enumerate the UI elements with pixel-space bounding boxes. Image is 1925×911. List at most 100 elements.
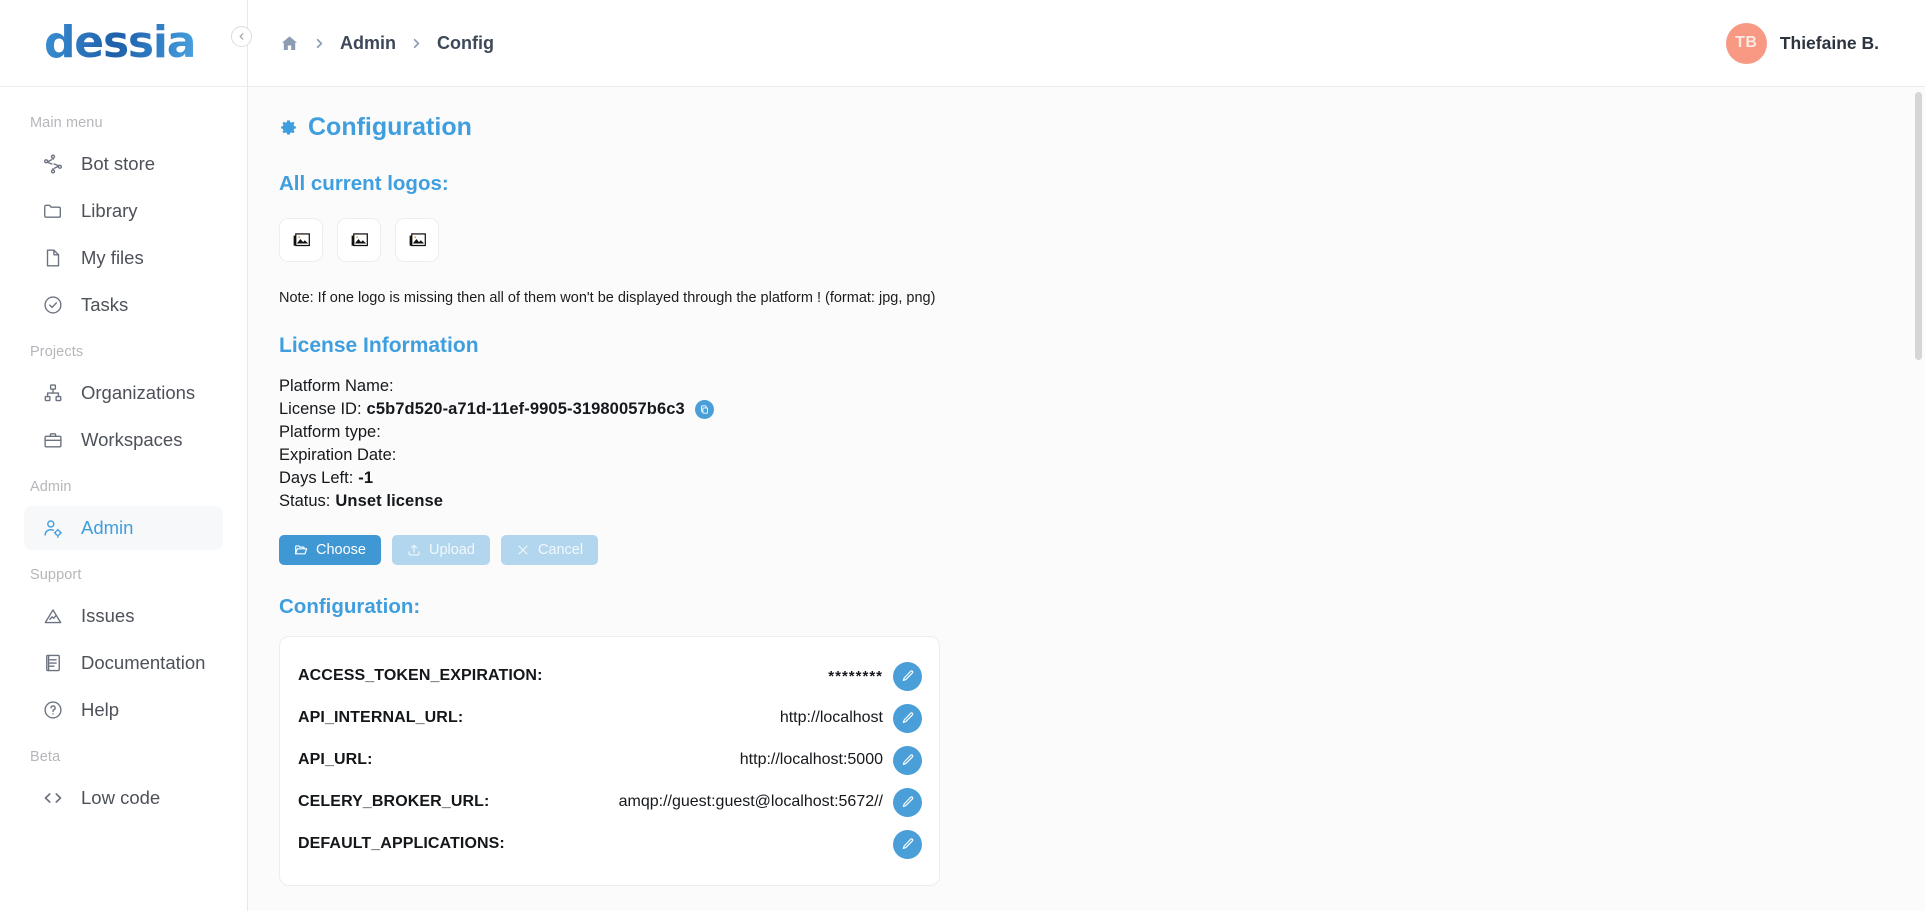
breadcrumb-item-config[interactable]: Config <box>437 33 494 54</box>
upload-button: Upload <box>391 535 490 565</box>
code-brackets-icon <box>42 787 64 809</box>
pencil-icon <box>902 754 913 766</box>
logo-slot-3[interactable] <box>395 218 439 262</box>
logo-list <box>279 218 1925 262</box>
brand-logo[interactable]: dessia <box>0 0 247 87</box>
vertical-scrollbar-thumb[interactable] <box>1915 92 1922 360</box>
config-row: API_INTERNAL_URL: http://localhost <box>298 697 922 739</box>
sidebar-item-label: Low code <box>81 787 161 808</box>
config-value: http://localhost <box>779 709 883 726</box>
main-area: Admin Config TB Thiefaine B. Configurati… <box>248 0 1925 911</box>
breadcrumb: Admin Config <box>280 33 494 54</box>
edit-config-button[interactable] <box>893 787 922 817</box>
choose-button[interactable]: Choose <box>279 535 381 565</box>
sidebar-item-workspaces[interactable]: Workspaces <box>24 418 223 462</box>
sidebar: dessia Main menu Bot store Library My files… <box>0 0 248 911</box>
sidebar-item-my-files[interactable]: My files <box>24 236 223 280</box>
license-field-label: Platform type: <box>279 423 381 441</box>
chevron-left-icon <box>239 33 244 40</box>
config-value: ******** <box>828 667 883 685</box>
sidebar-item-help[interactable]: Help <box>24 688 223 732</box>
sidebar-item-label: Tasks <box>81 294 129 315</box>
breadcrumb-item-admin[interactable]: Admin <box>340 33 396 54</box>
pencil-icon <box>902 838 913 850</box>
sitemap-icon <box>42 382 64 404</box>
page-title-text: Configuration <box>308 113 472 141</box>
config-row: API_URL: http://localhost:5000 <box>298 739 922 781</box>
sidebar-item-tasks[interactable]: Tasks <box>24 283 223 327</box>
pencil-icon <box>902 796 913 808</box>
sidebar-item-label: Library <box>81 200 138 221</box>
edit-config-button[interactable] <box>893 661 922 691</box>
license-fields: Platform Name: License ID: c5b7d520-a71d-1… <box>279 375 1925 513</box>
copy-license-id-button[interactable] <box>694 400 714 419</box>
sidebar-item-admin[interactable]: Admin <box>24 506 223 550</box>
sidebar-nav: Main menu Bot store Library My files Tasks Pr… <box>0 87 247 820</box>
sidebar-item-low-code[interactable]: Low code <box>24 776 223 820</box>
config-key: CELERY_BROKER_URL: <box>298 793 490 810</box>
sidebar-item-label: Admin <box>81 517 134 538</box>
license-field-label: Platform Name: <box>279 377 394 395</box>
user-name: Thiefaine B. <box>1779 32 1879 53</box>
config-section-title: Configuration: <box>279 595 421 618</box>
license-field-label: Expiration Date: <box>279 446 397 464</box>
folder-open-icon <box>295 545 308 555</box>
check-circle-icon <box>42 294 64 316</box>
sidebar-item-bot-store[interactable]: Bot store <box>24 142 223 186</box>
logo-slot-1[interactable] <box>279 218 323 262</box>
config-value: amqp://guest:guest@localhost:5672// <box>618 793 883 810</box>
folder-icon <box>42 200 64 222</box>
edit-config-button[interactable] <box>893 703 922 733</box>
config-row: DEFAULT_APPLICATIONS: <box>298 823 922 865</box>
gear-icon <box>281 120 296 135</box>
license-field-label: License ID: <box>279 400 362 418</box>
chevron-right-icon <box>413 38 420 48</box>
sidebar-group-label-beta: Beta <box>30 749 61 765</box>
user-gear-icon <box>42 517 64 539</box>
avatar: TB <box>1725 22 1767 64</box>
config-key: DEFAULT_APPLICATIONS: <box>298 835 505 852</box>
config-key: API_URL: <box>298 751 373 768</box>
sidebar-item-label: Bot store <box>81 153 156 174</box>
question-circle-icon <box>42 699 64 721</box>
sidebar-item-label: Issues <box>81 605 135 626</box>
sidebar-item-issues[interactable]: Issues <box>24 594 223 638</box>
broken-image-icon <box>293 232 310 246</box>
logos-section-title: All current logos: <box>279 172 449 195</box>
sidebar-collapse-button[interactable] <box>231 26 252 47</box>
button-label: Cancel <box>537 542 584 558</box>
sidebar-item-label: Organizations <box>81 382 196 403</box>
logo-slot-2[interactable] <box>337 218 381 262</box>
chevron-right-icon <box>316 38 323 48</box>
sidebar-item-label: Workspaces <box>81 429 183 450</box>
logos-note: Note: If one logo is missing then all of… <box>279 290 936 306</box>
license-field-value: c5b7d520-a71d-11ef-9905-31980057b6c3 <box>366 400 685 418</box>
app-root: dessia Main menu Bot store Library My files… <box>0 0 1925 911</box>
page-content: Configuration All current logos: Note: I… <box>248 87 1925 911</box>
license-field-license-id: License ID: c5b7d520-a71d-11ef-9905-31980… <box>279 398 1925 421</box>
nodes-icon <box>42 153 64 175</box>
topbar: Admin Config TB Thiefaine B. <box>248 0 1925 87</box>
license-buttons: Choose Upload Cancel <box>279 535 1925 565</box>
close-icon <box>518 545 528 555</box>
briefcase-icon <box>42 429 64 451</box>
sidebar-item-documentation[interactable]: Documentation <box>24 641 223 685</box>
edit-config-button[interactable] <box>893 745 922 775</box>
license-field-label: Status: <box>279 492 331 510</box>
config-key: API_INTERNAL_URL: <box>298 709 464 726</box>
broken-image-icon <box>351 232 368 246</box>
broken-image-icon <box>409 232 426 246</box>
edit-config-button[interactable] <box>893 829 922 859</box>
sidebar-group-label-support: Support <box>30 567 82 583</box>
breadcrumb-home-button[interactable] <box>280 34 299 53</box>
user-menu[interactable]: TB Thiefaine B. <box>1725 22 1899 64</box>
sidebar-group-label-projects: Projects <box>30 344 84 360</box>
license-field-label: Days Left: <box>279 469 354 487</box>
button-label: Choose <box>316 542 366 558</box>
config-value: http://localhost:5000 <box>739 751 883 768</box>
license-field-days-left: Days Left: -1 <box>279 467 1925 490</box>
license-field-expiration-date: Expiration Date: <box>279 444 1925 467</box>
sidebar-item-library[interactable]: Library <box>24 189 223 233</box>
sidebar-item-organizations[interactable]: Organizations <box>24 371 223 415</box>
button-label: Upload <box>428 542 475 558</box>
